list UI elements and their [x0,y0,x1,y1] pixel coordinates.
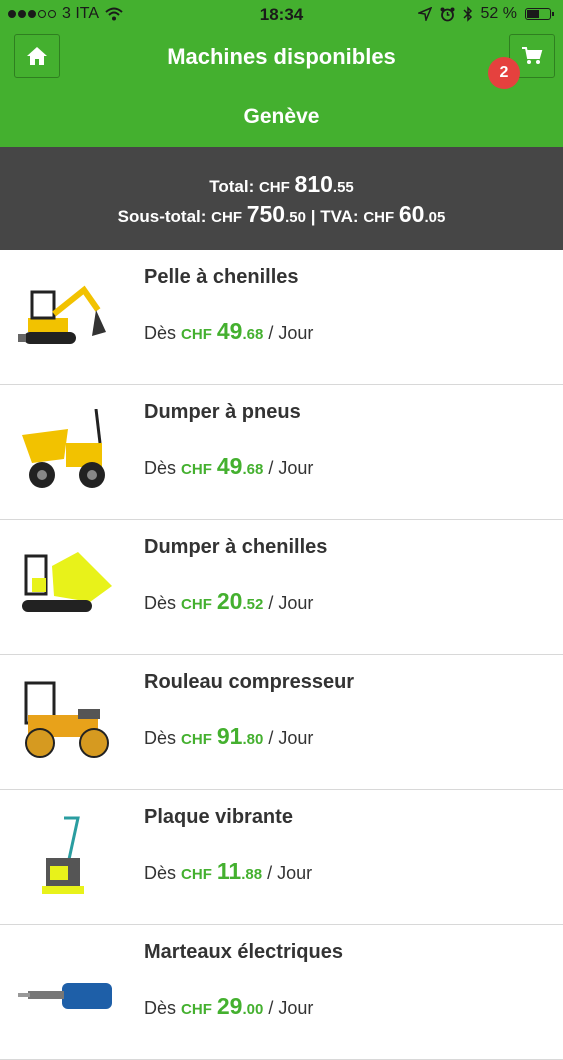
price-from: Dès [144,593,177,613]
totals-panel: Total: CHF 810.55 Sous-total: CHF 750.50… [0,147,563,250]
cart-count-badge: 2 [488,57,520,89]
bluetooth-icon [463,6,472,22]
status-bar: 3 ITA 18:34 52 % [0,0,563,30]
signal-icon [8,10,56,18]
machine-name: Pelle à chenilles [144,266,299,288]
machine-name: Rouleau compresseur [144,671,355,693]
machine-name: Dumper à chenilles [144,536,328,558]
price-dec: .68 [242,326,264,343]
machine-row-dumper-a-pneus[interactable]: Dumper à pneus Dès CHF 49.68 / Jour [0,385,563,520]
machine-list: Pelle à chenilles Dès CHF 49.68 / Jour D… [0,250,563,1060]
electric-hammer-image [18,983,112,1009]
subtotal-line: Sous-total: CHF 750.50 | TVA: CHF 60.05 [0,201,563,228]
machine-price: Dès CHF 20.52 / Jour [144,588,313,615]
price-dec: .88 [241,866,263,883]
alarm-icon [440,7,455,21]
tva-label: TVA: [320,207,359,226]
tva-int: 60 [398,201,425,227]
cart-icon [522,47,543,64]
wifi-icon [105,7,123,21]
machine-row-plaque-vibrante[interactable]: Plaque vibrante Dès CHF 11.88 / Jour [0,790,563,925]
price-unit: / Jour [268,593,314,613]
machine-price: Dès CHF 29.00 / Jour [144,993,313,1020]
machine-price: Dès CHF 11.88 / Jour [144,858,312,885]
plate-compactor-image [42,816,84,894]
total-line: Total: CHF 810.55 [0,171,563,198]
price-int: 29 [216,993,243,1019]
price-unit: / Jour [268,998,314,1018]
totals-separator: | [310,207,316,226]
machine-row-pelle-a-chenilles[interactable]: Pelle à chenilles Dès CHF 49.68 / Jour [0,250,563,385]
price-currency: CHF [181,461,212,478]
price-unit: / Jour [268,458,314,478]
carrier-label: 3 ITA [62,5,100,22]
price-dec: .52 [242,596,264,613]
subtotal-int: 750 [246,201,286,227]
price-currency: CHF [181,326,212,343]
price-dec: .80 [242,731,264,748]
page-title: Machines disponibles [167,44,396,69]
machine-price: Dès CHF 49.68 / Jour [144,318,313,345]
total-int: 810 [294,171,333,197]
price-dec: .00 [242,1001,264,1018]
status-left: 3 ITA [8,5,123,23]
price-from: Dès [144,863,177,883]
price-from: Dès [144,458,177,478]
machine-name: Dumper à pneus [144,401,301,423]
price-int: 20 [216,588,243,614]
machine-row-dumper-a-chenilles[interactable]: Dumper à chenilles Dès CHF 20.52 / Jour [0,520,563,655]
app-header: Machines disponibles 2 Genève [0,30,563,147]
machine-row-marteaux-electriques[interactable]: Marteaux électriques Dès CHF 29.00 / Jou… [0,925,563,1060]
price-int: 49 [216,318,243,344]
battery-icon [525,8,554,20]
total-label: Total: [209,177,255,196]
machine-price: Dès CHF 91.80 / Jour [144,723,313,750]
total-dec: .55 [332,179,354,196]
price-currency: CHF [181,1001,212,1018]
price-int: 91 [216,723,243,749]
tva-currency: CHF [363,209,395,226]
machine-name: Marteaux électriques [144,941,343,963]
price-currency: CHF [181,596,212,613]
price-unit: / Jour [267,863,313,883]
tva-dec: .05 [424,209,446,226]
track-dumper-image [22,552,112,612]
road-roller-image [24,681,109,758]
location-icon [417,7,432,21]
mini-excavator-image [18,285,106,344]
city-label: Genève [243,105,320,128]
price-from: Dès [144,323,177,343]
price-currency: CHF [181,731,212,748]
price-int: 11 [216,858,242,884]
total-currency: CHF [258,179,290,196]
status-right: 52 % [417,5,554,23]
subtotal-label: Sous-total: [117,207,207,226]
price-unit: / Jour [268,323,314,343]
battery-percent: 52 % [480,5,517,22]
machine-price: Dès CHF 49.68 / Jour [144,453,313,480]
price-currency: CHF [181,866,212,883]
price-int: 49 [216,453,243,479]
price-unit: / Jour [268,728,314,748]
machine-name: Plaque vibrante [144,806,293,828]
machine-row-rouleau-compresseur[interactable]: Rouleau compresseur Dès CHF 91.80 / Jour [0,655,563,790]
subtotal-currency: CHF [211,209,242,226]
price-from: Dès [144,728,177,748]
price-from: Dès [144,998,177,1018]
wheel-dumper-image [22,409,105,488]
subtotal-dec: .50 [285,209,306,226]
price-dec: .68 [242,461,264,478]
